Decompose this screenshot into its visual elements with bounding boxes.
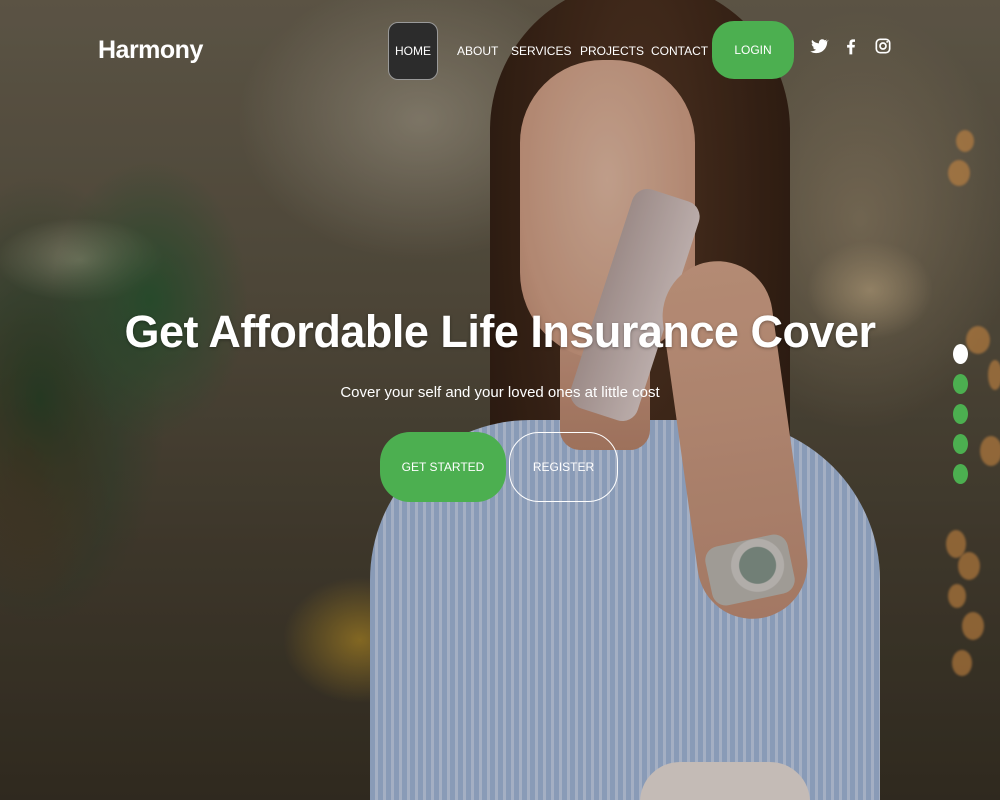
slider-dot-4[interactable] xyxy=(953,434,968,454)
hero-section: Harmony HOME ABOUT SERVICES PROJECTS CON… xyxy=(0,0,1000,800)
slider-dot-3[interactable] xyxy=(953,404,968,424)
hero-subtitle: Cover your self and your loved ones at l… xyxy=(340,384,660,401)
hero-title: Get Affordable Life Insurance Cover xyxy=(124,306,877,357)
nav-item-about[interactable]: ABOUT xyxy=(457,22,498,80)
facebook-icon[interactable] xyxy=(841,36,861,56)
nav-item-contact[interactable]: CONTACT xyxy=(651,22,708,80)
nav-item-projects[interactable]: PROJECTS xyxy=(580,22,644,80)
slider-dot-2[interactable] xyxy=(953,374,968,394)
register-button[interactable]: REGISTER xyxy=(509,432,618,502)
nav-item-home[interactable]: HOME xyxy=(388,22,438,80)
login-button[interactable]: LOGIN xyxy=(712,21,794,79)
nav-item-services[interactable]: SERVICES xyxy=(511,22,571,80)
slider-dot-5[interactable] xyxy=(953,464,968,484)
twitter-icon[interactable] xyxy=(809,36,829,56)
get-started-button[interactable]: GET STARTED xyxy=(380,432,506,502)
brand-logo[interactable]: Harmony xyxy=(98,36,203,65)
instagram-icon[interactable] xyxy=(873,36,893,56)
slider-dot-1[interactable] xyxy=(953,344,968,364)
